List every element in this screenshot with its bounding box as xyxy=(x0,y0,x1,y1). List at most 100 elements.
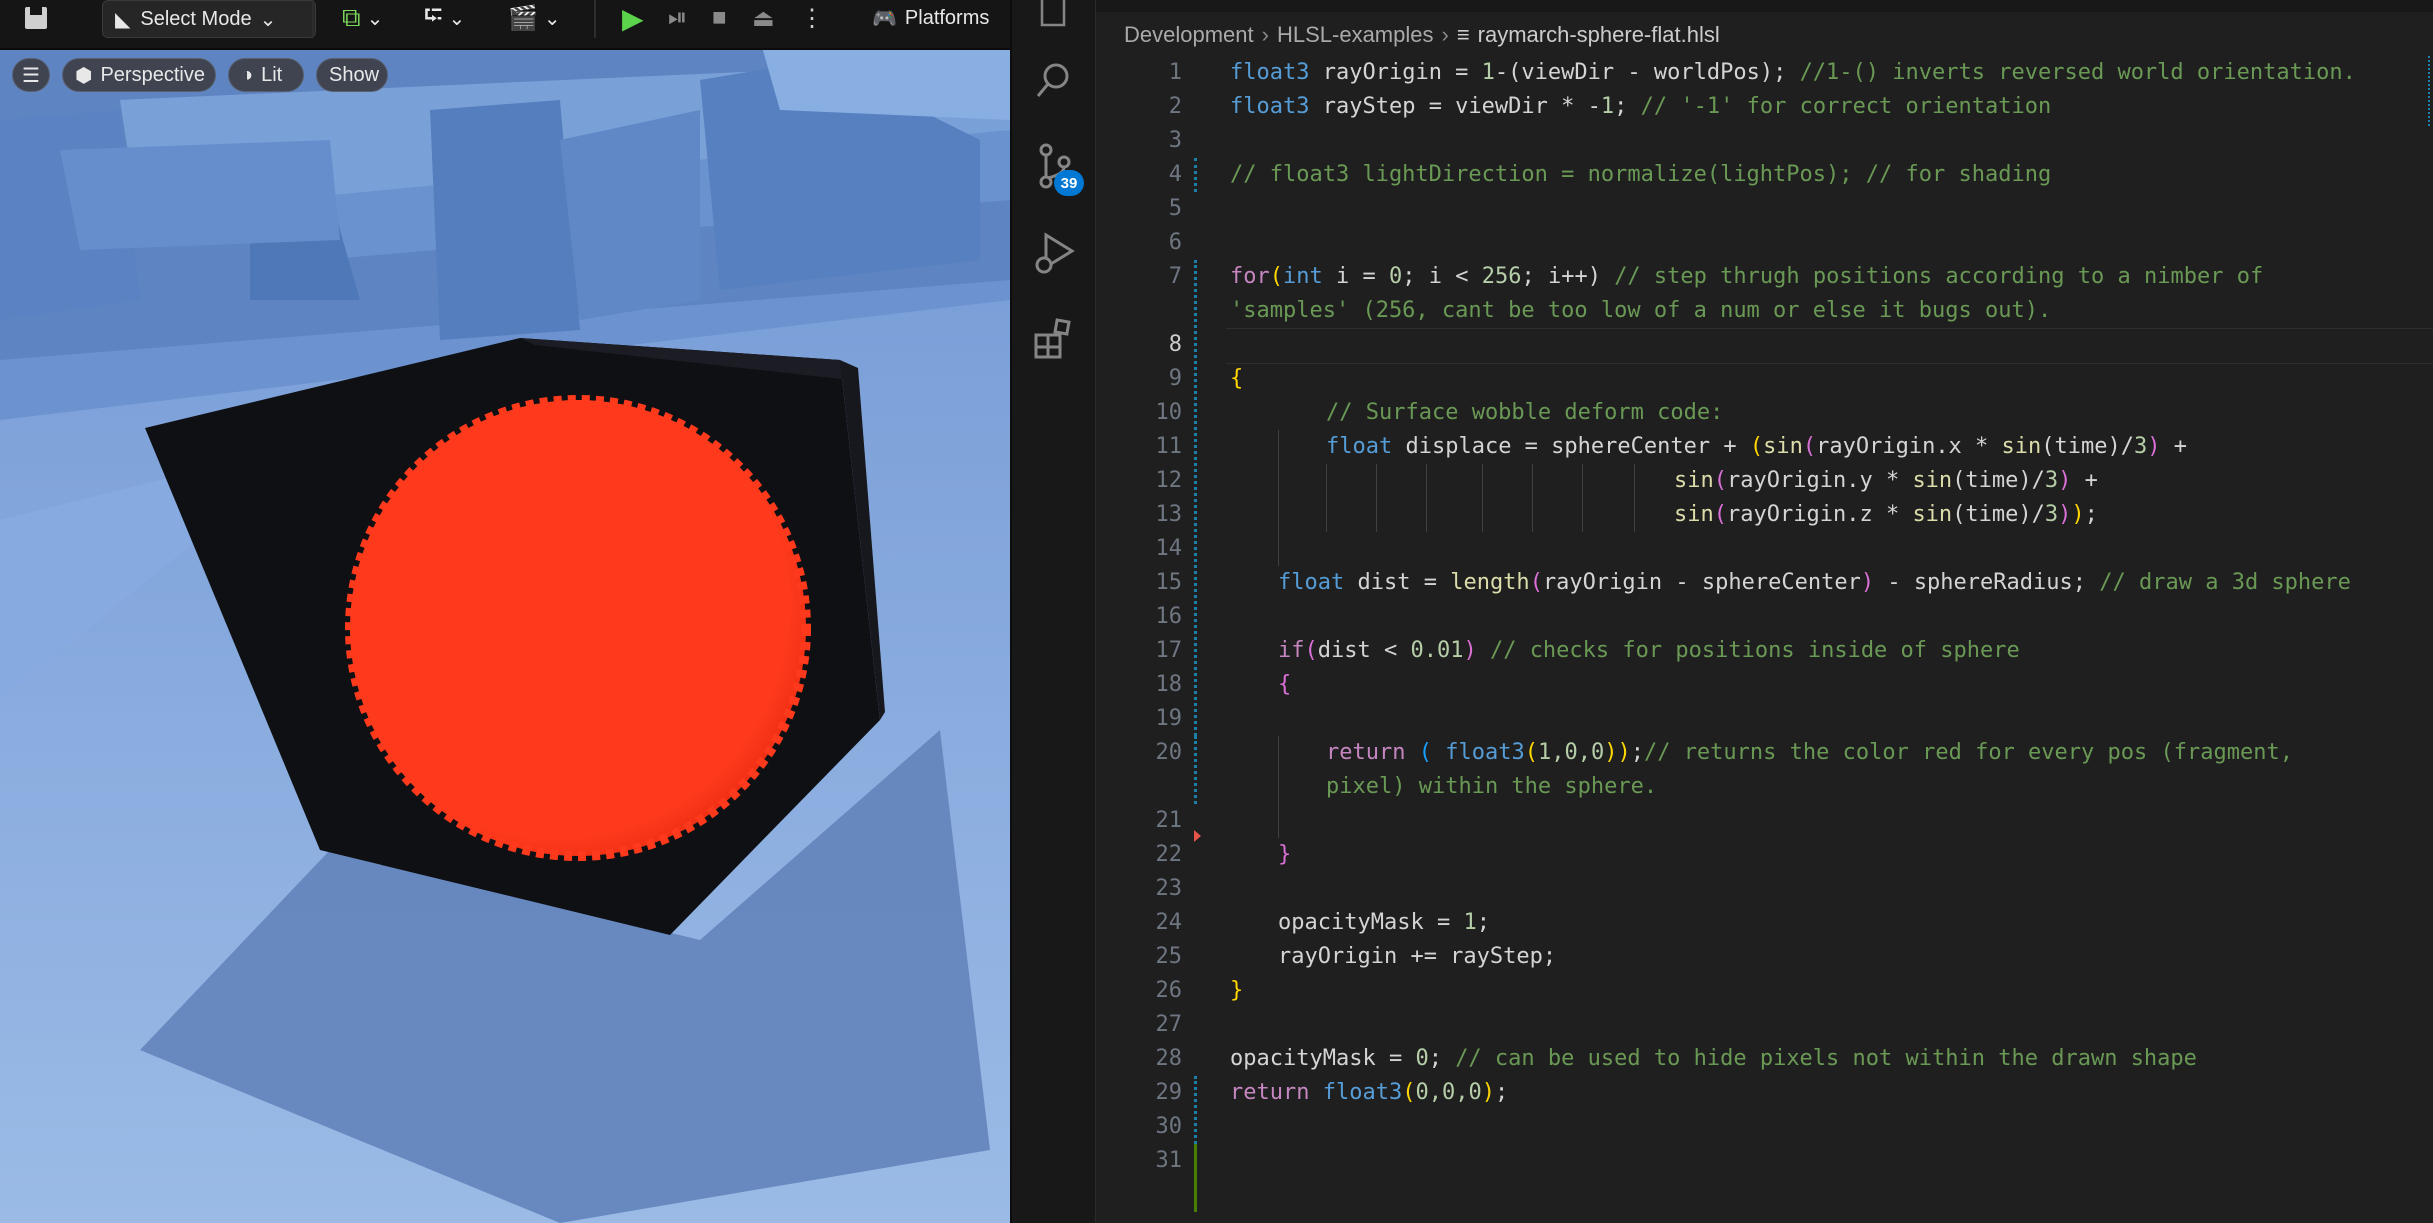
line-number: 5 xyxy=(1168,196,1182,221)
show-button[interactable]: Show xyxy=(316,58,388,92)
platforms-button[interactable]: 🎮 Platforms xyxy=(872,0,989,36)
blueprint-icon: ⮓ xyxy=(424,1,443,29)
blueprints-button[interactable]: ⮓ ⌄ xyxy=(424,0,465,36)
gamepad-icon: 🎮 xyxy=(872,7,897,30)
line-number: 9 xyxy=(1168,366,1182,391)
code-line: float displace = sphereCenter + (sin(ray… xyxy=(1326,434,2188,459)
code-line: return float3(0,0,0); xyxy=(1230,1080,1509,1105)
breadcrumb-folder[interactable]: HLSL-examples xyxy=(1277,22,1434,48)
deleted-line-marker xyxy=(1194,830,1201,842)
line-number: 2 xyxy=(1168,94,1182,119)
indent-guide xyxy=(1376,464,1377,532)
code-line-wrapped: pixel) within the sphere. xyxy=(1326,774,1658,799)
perspective-button[interactable]: ⬢ Perspective xyxy=(62,58,216,92)
lit-button[interactable]: ◑ Lit xyxy=(228,58,304,92)
ue-main-toolbar: ◣ Select Mode ⌄ ⧉ ⌄ ⮓ ⌄ 🎬 ⌄ ▶ ⏯ ■ ⏏ ⋮ 🎮 … xyxy=(0,0,1010,50)
line-number: 11 xyxy=(1155,434,1183,459)
code-line: // float3 lightDirection = normalize(lig… xyxy=(1230,162,2052,187)
code-editor[interactable]: 1 2 3 4 5 6 7 8 9 10 11 12 13 14 15 16 1… xyxy=(1096,56,2433,1223)
clapperboard-icon: 🎬 xyxy=(508,4,538,32)
file-lines-icon: ≡ xyxy=(1456,22,1470,47)
lit-label: Lit xyxy=(261,63,283,86)
search-icon xyxy=(1036,63,1068,97)
indent-guide xyxy=(1482,464,1483,532)
line-number: 22 xyxy=(1155,842,1183,867)
chevron-right-icon: › xyxy=(1261,22,1269,47)
code-line: for(int i = 0; i < 256; i++) // step thr… xyxy=(1230,264,2264,289)
add-actor-icon: ⧉ xyxy=(342,2,361,32)
line-number: 30 xyxy=(1155,1114,1183,1139)
code-line: // Surface wobble deform code: xyxy=(1326,400,1724,425)
current-line-highlight xyxy=(1226,328,2433,364)
line-number: 8 xyxy=(1168,332,1182,357)
line-number: 14 xyxy=(1155,536,1183,561)
code-line: opacityMask = 0; // can be used to hide … xyxy=(1230,1046,2197,1071)
breadcrumb-file[interactable]: raymarch-sphere-flat.hlsl xyxy=(1478,22,1720,48)
code-line: sin(rayOrigin.y * sin(time)/3) + xyxy=(1674,468,2098,493)
line-number: 1 xyxy=(1168,60,1182,85)
code-line: rayOrigin += rayStep; xyxy=(1278,944,1557,969)
modified-line-marker xyxy=(1194,736,1200,804)
line-number: 20 xyxy=(1155,740,1183,765)
tab-strip xyxy=(1096,0,2433,12)
advance-frame-button[interactable]: ⏯ xyxy=(668,0,687,36)
code-line: } xyxy=(1230,978,1244,1003)
toolbar-divider xyxy=(594,0,596,38)
line-number: 3 xyxy=(1168,128,1182,153)
add-actor-button[interactable]: ⧉ ⌄ xyxy=(342,0,383,36)
code-line: { xyxy=(1278,672,1292,697)
vscode-window: 39 Development › HLSL-examples › ≡ rayma… xyxy=(1010,0,2433,1223)
unreal-viewport-panel: ◣ Select Mode ⌄ ⧉ ⌄ ⮓ ⌄ 🎬 ⌄ ▶ ⏯ ■ ⏏ ⋮ 🎮 … xyxy=(0,0,1010,1223)
cinematics-button[interactable]: 🎬 ⌄ xyxy=(508,0,561,36)
eject-icon: ⏏ xyxy=(752,4,775,32)
indent-guide xyxy=(1582,464,1583,532)
code-line: float dist = length(rayOrigin - sphereCe… xyxy=(1278,570,2351,595)
play-icon: ▶ xyxy=(622,2,644,34)
run-debug-button[interactable] xyxy=(1012,218,1095,288)
play-button[interactable]: ▶ xyxy=(622,0,644,36)
line-number: 18 xyxy=(1155,672,1183,697)
run-debug-icon xyxy=(1035,232,1075,274)
indent-guide xyxy=(1532,464,1533,532)
breadcrumb-folder[interactable]: Development xyxy=(1124,22,1254,48)
chevron-down-icon: ⌄ xyxy=(543,7,561,30)
line-number: 17 xyxy=(1155,638,1183,663)
save-icon[interactable] xyxy=(22,0,50,36)
viewport-scene[interactable] xyxy=(0,48,1010,1223)
line-number: 29 xyxy=(1155,1080,1183,1105)
code-line: if(dist < 0.01) // checks for positions … xyxy=(1278,638,2020,663)
source-control-button[interactable]: 39 xyxy=(1012,132,1095,202)
line-number: 27 xyxy=(1155,1012,1183,1037)
line-number: 23 xyxy=(1155,876,1183,901)
perspective-label: Perspective xyxy=(100,63,205,86)
chevron-down-icon: ⌄ xyxy=(366,7,384,30)
stop-button[interactable]: ■ xyxy=(712,0,727,36)
toolbar-divider xyxy=(312,0,314,38)
code-line: float3 rayOrigin = 1-(viewDir - worldPos… xyxy=(1230,60,2356,85)
show-label: Show xyxy=(329,63,380,86)
viewport-menu-button[interactable]: ☰ xyxy=(12,58,50,92)
line-number: 12 xyxy=(1155,468,1183,493)
code-line: } xyxy=(1278,842,1292,867)
line-number: 16 xyxy=(1155,604,1183,629)
indent-guide xyxy=(1278,736,1279,838)
line-number: 10 xyxy=(1155,400,1183,425)
indent-guide xyxy=(1326,464,1327,532)
search-button[interactable] xyxy=(1012,45,1095,115)
line-number: 13 xyxy=(1155,502,1183,527)
more-options-button[interactable]: ⋮ xyxy=(800,0,824,36)
explorer-button[interactable] xyxy=(1012,0,1095,48)
kebab-icon: ⋮ xyxy=(800,4,824,32)
line-number: 24 xyxy=(1155,910,1183,935)
line-number: 7 xyxy=(1168,264,1182,289)
line-number: 25 xyxy=(1155,944,1183,969)
chevron-down-icon: ⌄ xyxy=(448,7,466,30)
scm-count-badge: 39 xyxy=(1054,170,1084,196)
select-mode-dropdown[interactable]: ◣ Select Mode ⌄ xyxy=(102,0,316,38)
line-number: 19 xyxy=(1155,706,1183,731)
chevron-down-icon: ⌄ xyxy=(259,8,277,31)
code-line: float3 rayStep = viewDir * -1; // '-1' f… xyxy=(1230,94,2052,119)
chevron-right-icon: › xyxy=(1441,22,1449,47)
extensions-button[interactable] xyxy=(1012,304,1095,374)
eject-button[interactable]: ⏏ xyxy=(752,0,775,36)
